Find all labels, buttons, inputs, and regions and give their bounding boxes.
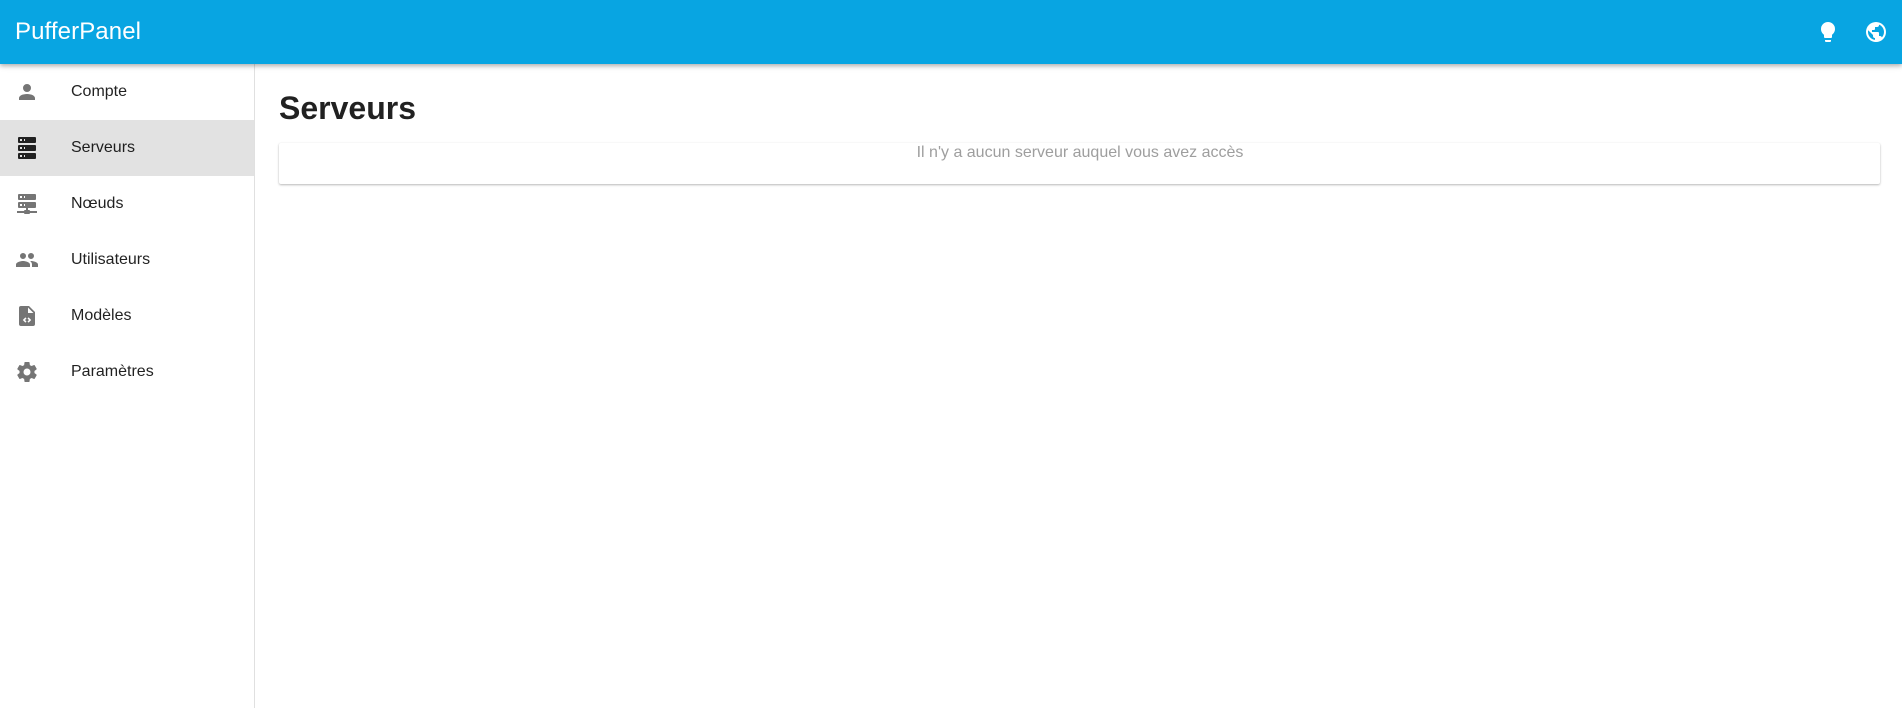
- empty-state-message: Il n'y a aucun serveur auquel vous avez …: [916, 144, 1244, 161]
- sidebar-item-compte[interactable]: Compte: [0, 64, 254, 120]
- app-title[interactable]: PufferPanel: [15, 0, 141, 64]
- server-icon: [15, 136, 39, 160]
- sidebar-nav: Compte Serveurs Nœuds Utilisateurs Modèl…: [0, 64, 255, 708]
- gear-icon: [15, 360, 39, 384]
- theme-toggle-button[interactable]: [1810, 14, 1846, 50]
- users-icon: [15, 248, 39, 272]
- sidebar-item-label: Compte: [71, 83, 128, 100]
- file-code-icon: [15, 304, 39, 328]
- page-title: Serveurs: [279, 90, 416, 126]
- sidebar-item-modeles[interactable]: Modèles: [0, 288, 254, 344]
- server-network-icon: [15, 192, 39, 216]
- lightbulb-icon: [1816, 20, 1840, 44]
- sidebar-item-label: Serveurs: [71, 139, 136, 156]
- globe-icon: [1864, 20, 1888, 44]
- sidebar-item-label: Paramètres: [71, 363, 154, 380]
- app-bar: PufferPanel: [0, 0, 1902, 64]
- sidebar-item-parametres[interactable]: Paramètres: [0, 344, 254, 400]
- sidebar-item-label: Nœuds: [71, 195, 124, 212]
- sidebar-item-serveurs[interactable]: Serveurs: [0, 120, 254, 176]
- language-button[interactable]: [1858, 14, 1894, 50]
- sidebar-item-label: Modèles: [71, 307, 132, 324]
- account-icon: [15, 80, 39, 104]
- sidebar-item-noeuds[interactable]: Nœuds: [0, 176, 254, 232]
- sidebar-item-label: Utilisateurs: [71, 251, 151, 268]
- sidebar-item-utilisateurs[interactable]: Utilisateurs: [0, 232, 254, 288]
